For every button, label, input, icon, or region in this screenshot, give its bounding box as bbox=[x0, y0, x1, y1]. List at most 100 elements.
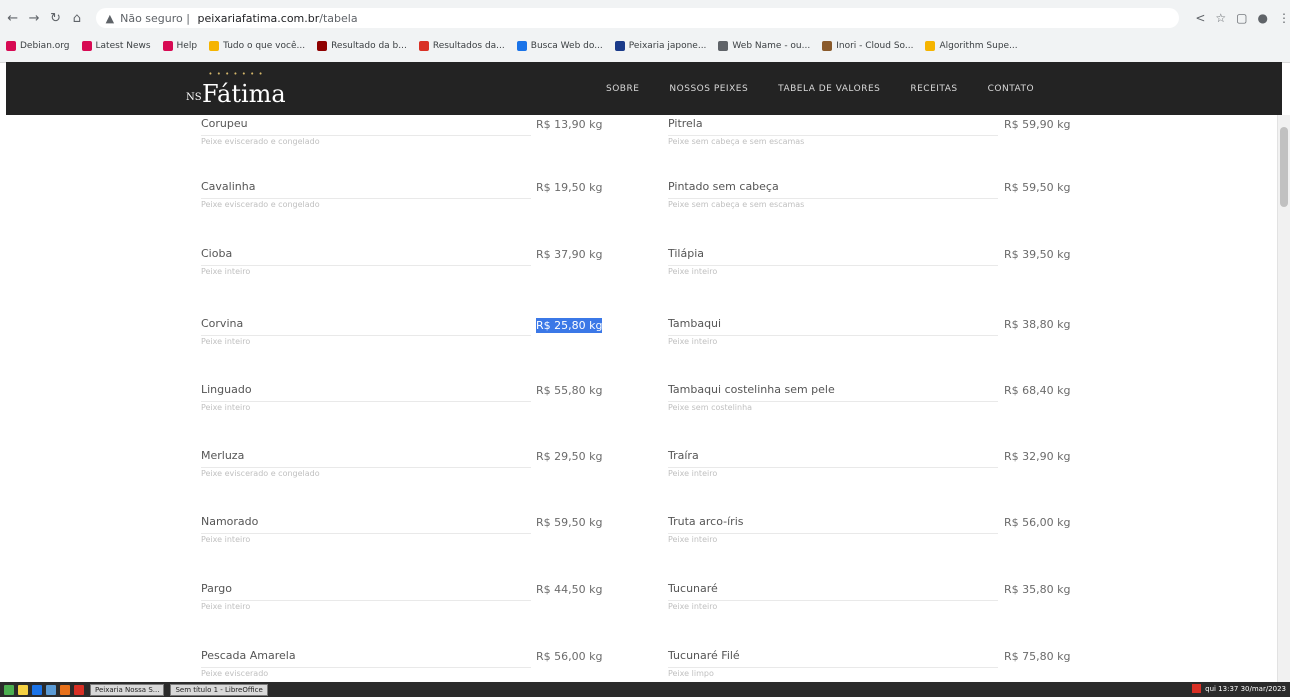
fish-price[interactable]: R$ 38,80 kg bbox=[1004, 318, 1070, 331]
fish-description: Peixe inteiro bbox=[201, 403, 251, 412]
fish-price[interactable]: R$ 35,80 kg bbox=[1004, 583, 1070, 596]
back-icon[interactable]: ← bbox=[4, 9, 21, 27]
bookmark-item[interactable]: Latest News bbox=[81, 41, 151, 51]
fish-price[interactable]: R$ 32,90 kg bbox=[1004, 450, 1070, 463]
window-icon[interactable]: ▢ bbox=[1236, 11, 1247, 25]
fish-description: Peixe inteiro bbox=[201, 267, 251, 276]
fish-price[interactable]: R$ 25,80 kg bbox=[536, 318, 603, 333]
os-taskbar: Peixaria Nossa S... Sem título 1 - Libre… bbox=[0, 682, 1290, 697]
bookmark-favicon-icon bbox=[822, 41, 833, 51]
url-separator: | bbox=[182, 11, 194, 25]
fish-description: Peixe inteiro bbox=[201, 535, 251, 544]
menu-launcher-icon[interactable] bbox=[4, 684, 14, 695]
forward-icon[interactable]: → bbox=[25, 9, 42, 27]
app-launcher-icon[interactable] bbox=[60, 684, 70, 695]
item-divider bbox=[668, 335, 998, 336]
fish-price[interactable]: R$ 44,50 kg bbox=[536, 583, 602, 596]
fish-price[interactable]: R$ 59,50 kg bbox=[1004, 181, 1070, 194]
item-divider bbox=[668, 401, 998, 402]
price-list-item: Truta arco-íris Peixe inteiro R$ 56,00 kg bbox=[668, 513, 1094, 573]
bookmark-favicon-icon bbox=[614, 41, 625, 51]
bookmark-item[interactable]: Resultados da... bbox=[418, 41, 505, 51]
fish-price[interactable]: R$ 37,90 kg bbox=[536, 248, 602, 261]
item-divider bbox=[668, 667, 998, 668]
fish-price[interactable]: R$ 59,90 kg bbox=[1004, 118, 1070, 131]
taskbar-window-browser[interactable]: Peixaria Nossa S... bbox=[90, 683, 165, 696]
browser-launcher-icon[interactable] bbox=[32, 684, 42, 695]
price-row: Pescada Amarela Peixe eviscerado R$ 56,00 … bbox=[0, 647, 1278, 682]
scrollbar-thumb[interactable] bbox=[1280, 127, 1288, 207]
bookmark-item[interactable]: Debian.org bbox=[6, 41, 70, 51]
fish-price[interactable]: R$ 55,80 kg bbox=[536, 384, 602, 397]
fish-description: Peixe eviscerado e congelado bbox=[201, 469, 320, 478]
toolbar-icons: < ☆ ▢ ● ⋮ bbox=[1195, 11, 1290, 25]
item-divider bbox=[201, 198, 531, 199]
fish-name: Tucunaré bbox=[668, 582, 718, 595]
price-row: Cavalinha Peixe eviscerado e congelado R$ … bbox=[0, 178, 1278, 238]
warning-icon: ▲ bbox=[105, 11, 115, 25]
fish-price[interactable]: R$ 19,50 kg bbox=[536, 181, 602, 194]
bookmark-item[interactable]: Peixaria japone... bbox=[614, 41, 706, 51]
fish-price[interactable]: R$ 56,00 kg bbox=[1004, 516, 1070, 529]
fish-name: Cioba bbox=[201, 247, 233, 260]
item-divider bbox=[668, 533, 998, 534]
bookmark-item[interactable]: Resultado da b... bbox=[317, 41, 407, 51]
desktop-icon[interactable] bbox=[46, 684, 56, 695]
star-icon[interactable]: ☆ bbox=[1215, 11, 1226, 25]
url-domain: peixariafatima.com.br bbox=[197, 11, 320, 25]
fish-description: Peixe sem cabeça e sem escamas bbox=[668, 200, 805, 209]
bookmark-item[interactable]: Help bbox=[162, 41, 197, 51]
fish-price[interactable]: R$ 59,50 kg bbox=[536, 516, 602, 529]
fish-price[interactable]: R$ 29,50 kg bbox=[536, 450, 602, 463]
nav-sobre[interactable]: SOBRE bbox=[606, 84, 639, 94]
nav-tabela-de-valores[interactable]: TABELA DE VALORES bbox=[778, 84, 880, 94]
nav-contato[interactable]: CONTATO bbox=[988, 84, 1034, 94]
price-list-item: Tucunaré Filé Peixe limpo R$ 75,80 kg bbox=[668, 647, 1094, 682]
fish-description: Peixe limpo bbox=[668, 669, 714, 678]
fish-price[interactable]: R$ 39,50 kg bbox=[1004, 248, 1070, 261]
bookmark-item[interactable]: Busca Web do... bbox=[516, 41, 603, 51]
fish-price[interactable]: R$ 68,40 kg bbox=[1004, 384, 1070, 397]
url-bar[interactable]: ▲ Não seguro | peixariafatima.com.br /ta… bbox=[95, 8, 1180, 28]
security-label: Não seguro bbox=[120, 11, 183, 25]
app2-launcher-icon[interactable] bbox=[74, 684, 84, 695]
fish-name: Tilápia bbox=[668, 247, 705, 260]
fish-name: Tucunaré Filé bbox=[668, 649, 740, 662]
bookmark-item[interactable]: Inori - Cloud So... bbox=[822, 41, 913, 51]
taskbar-window-writer[interactable]: Sem título 1 - LibreOffice bbox=[170, 683, 268, 696]
home-icon[interactable]: ⌂ bbox=[68, 9, 85, 27]
files-icon[interactable] bbox=[18, 684, 28, 695]
url-path: /tabela bbox=[319, 11, 358, 25]
reload-icon[interactable]: ↻ bbox=[47, 9, 64, 27]
profile-icon[interactable]: ● bbox=[1258, 11, 1268, 25]
fish-price[interactable]: R$ 13,90 kg bbox=[536, 118, 602, 131]
price-row: Linguado Peixe inteiro R$ 55,80 kg Tambaqui… bbox=[0, 381, 1278, 441]
price-list-item: Merluza Peixe eviscerado e congelado R$ 29… bbox=[201, 447, 626, 507]
site-header: • • • • • • • NS Fátima SOBRE NOSSOS PEI… bbox=[6, 62, 1282, 115]
fish-name: Pargo bbox=[201, 582, 232, 595]
bookmark-item[interactable]: Web Name - ou... bbox=[718, 41, 810, 51]
bookmarks-bar: Debian.org Latest News Help Tudo o que você… bbox=[0, 36, 1290, 56]
fish-description: Peixe inteiro bbox=[668, 267, 718, 276]
nav-receitas[interactable]: RECEITAS bbox=[910, 84, 957, 94]
bookmark-label: Resultado da b... bbox=[331, 41, 407, 51]
bookmark-favicon-icon bbox=[209, 41, 220, 51]
fish-price[interactable]: R$ 75,80 kg bbox=[1004, 650, 1070, 663]
item-divider bbox=[668, 600, 998, 601]
price-list-item: Tambaqui Peixe inteiro R$ 38,80 kg bbox=[668, 315, 1094, 375]
bookmark-item[interactable]: Algorithm Supe... bbox=[925, 41, 1018, 51]
fish-name: Cavalinha bbox=[201, 180, 256, 193]
nav-nossos-peixes[interactable]: NOSSOS PEIXES bbox=[669, 84, 748, 94]
fish-name: Merluza bbox=[201, 449, 245, 462]
menu-icon[interactable]: ⋮ bbox=[1278, 11, 1290, 25]
page-scrollbar[interactable] bbox=[1277, 115, 1290, 682]
bookmark-favicon-icon bbox=[81, 41, 92, 51]
bookmark-item[interactable]: Tudo o que você... bbox=[209, 41, 305, 51]
price-list-item: Pintado sem cabeça Peixe sem cabeça e sem… bbox=[668, 178, 1094, 238]
bookmark-favicon-icon bbox=[718, 41, 729, 51]
price-list-item: Corupeu Peixe eviscerado e congelado R$ 13… bbox=[201, 115, 626, 175]
price-list-item: Corvina Peixe inteiro R$ 25,80 kg bbox=[201, 315, 626, 375]
share-icon[interactable]: < bbox=[1195, 11, 1205, 25]
tray-icon[interactable] bbox=[1192, 684, 1202, 693]
fish-price[interactable]: R$ 56,00 kg bbox=[536, 650, 602, 663]
